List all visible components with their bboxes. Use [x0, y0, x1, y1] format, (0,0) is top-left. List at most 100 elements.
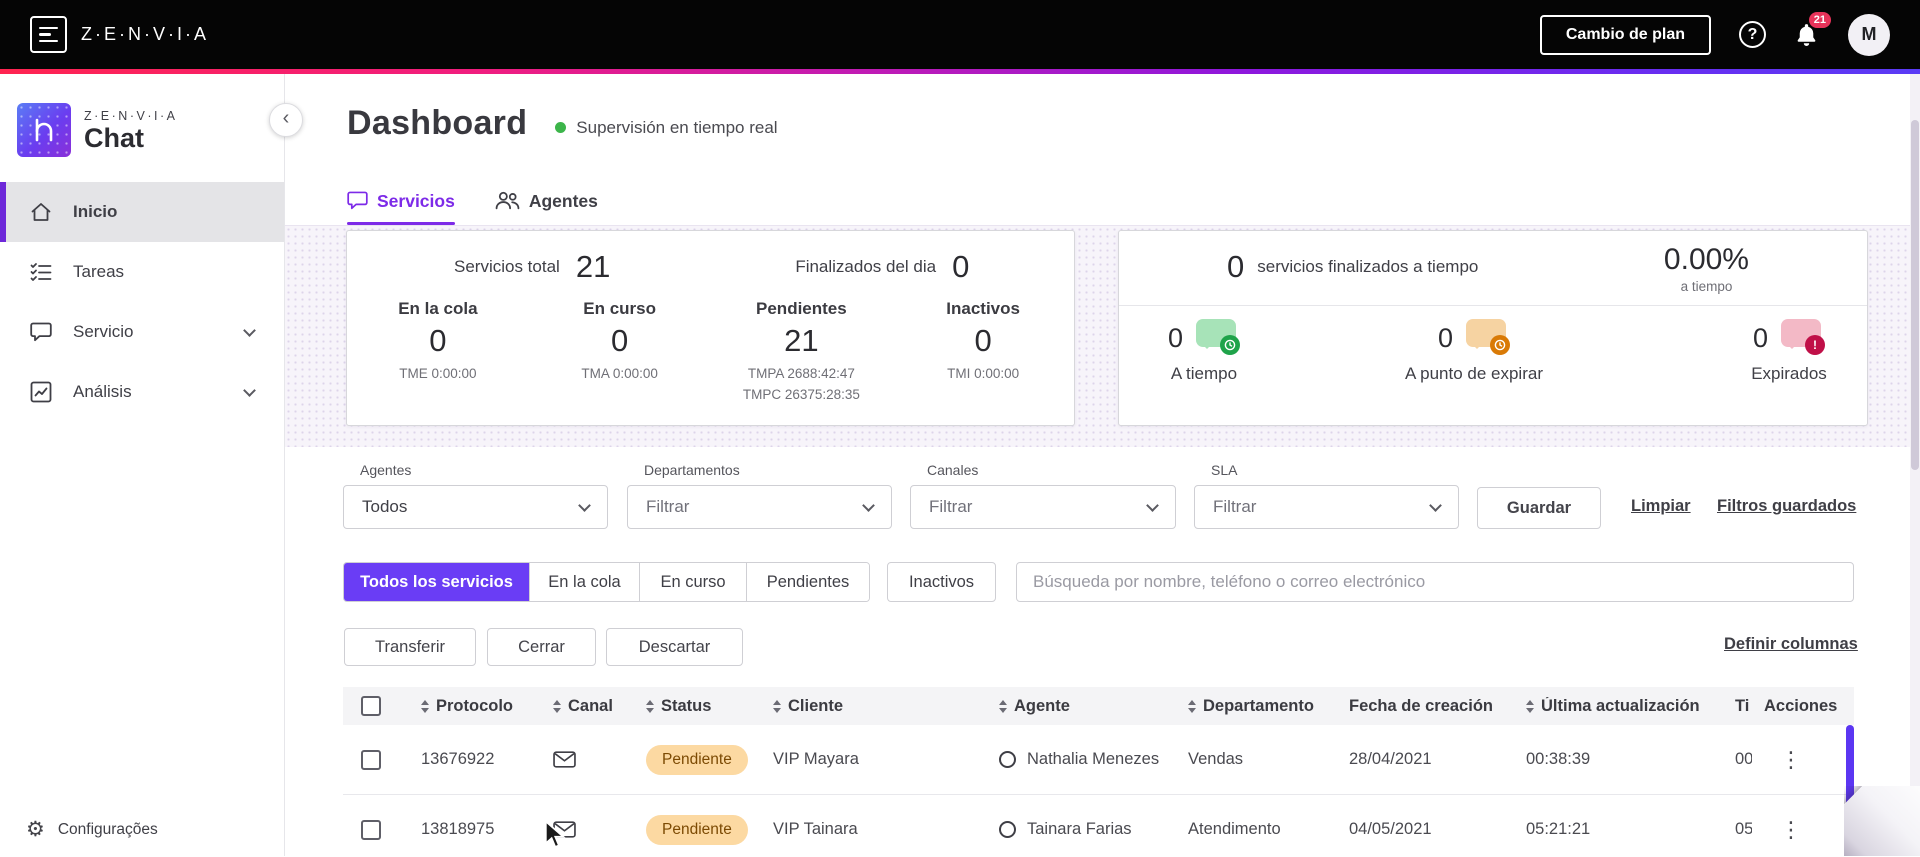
transfer-button[interactable]: Transferir: [344, 628, 476, 666]
sidebar-item-tareas[interactable]: Tareas: [0, 242, 284, 302]
filter-canales: Canales Filtrar: [910, 462, 1176, 529]
sla-percent-label: a tiempo: [1680, 279, 1733, 294]
services-total-label: Servicios total: [454, 257, 560, 276]
chat-logo-glyph: [35, 118, 53, 142]
discard-button[interactable]: Descartar: [606, 628, 743, 666]
kebab-menu-icon[interactable]: ⋮: [1780, 749, 1802, 771]
services-table: Protocolo Canal Status Cliente Agente De…: [343, 687, 1854, 856]
notification-count-badge: 21: [1808, 11, 1831, 28]
col-ultima-actualizacion[interactable]: Última actualización: [1514, 697, 1723, 716]
topbar: Z·E·N·V·I·A Cambio de plan ? 21 M: [0, 0, 1920, 69]
filter-label: Canales: [927, 462, 979, 478]
sla-percent: 0.00% a tiempo: [1664, 243, 1749, 294]
finished-today-label: Finalizados del dia: [795, 257, 937, 276]
row-checkbox[interactable]: [361, 749, 381, 770]
tasks-icon: [30, 263, 52, 281]
services-tab-icon: [347, 191, 368, 210]
status-badge: Pendiente: [646, 744, 748, 775]
tab-en-curso[interactable]: En curso: [639, 563, 746, 601]
tab-pendientes[interactable]: Pendientes: [746, 563, 869, 601]
zenvia-chat-logo-icon: [17, 103, 71, 157]
filter-label: Agentes: [360, 462, 412, 478]
sort-icon: [1526, 699, 1534, 713]
chevron-down-icon: [862, 498, 875, 512]
logo-product-text: Chat: [84, 122, 144, 153]
status-badge: Pendiente: [646, 814, 748, 845]
define-columns-link[interactable]: Definir columnas: [1724, 635, 1858, 654]
canales-select[interactable]: Filtrar: [910, 485, 1176, 529]
col-status[interactable]: Status: [634, 697, 761, 716]
filter-label: SLA: [1211, 462, 1238, 478]
client-cell: VIP Tainara: [773, 820, 858, 838]
metric-inactivos: Inactivos 0 TMI 0:00:00: [946, 299, 1020, 381]
sla-select[interactable]: Filtrar: [1194, 485, 1459, 529]
sla-finished: 0 servicios finalizados a tiempo: [1227, 249, 1478, 285]
chevron-down-icon: [578, 498, 591, 512]
sidebar-item-inicio[interactable]: Inicio: [0, 182, 284, 242]
live-status: Supervisión en tiempo real: [555, 117, 778, 138]
live-dot-icon: [555, 122, 567, 133]
select-all-cell: [343, 696, 409, 716]
col-acciones: Acciones: [1764, 696, 1838, 715]
notifications-bell-icon[interactable]: 21: [1794, 11, 1831, 49]
metric-pendientes: Pendientes 21 TMPA 2688:42:47 TMPC 26375:…: [742, 299, 860, 402]
agentes-select[interactable]: Todos: [343, 485, 608, 529]
email-channel-icon: [553, 751, 576, 768]
kebab-menu-icon[interactable]: ⋮: [1780, 819, 1802, 841]
page-scrollbar: [1910, 74, 1920, 856]
save-filters-button[interactable]: Guardar: [1477, 487, 1601, 529]
clear-filters-link[interactable]: Limpiar: [1631, 497, 1691, 516]
filter-label: Departamentos: [644, 462, 740, 478]
created-cell: 28/04/2021: [1349, 750, 1432, 768]
updated-cell: 00:38:39: [1526, 750, 1591, 768]
help-icon[interactable]: ?: [1739, 21, 1766, 48]
user-avatar[interactable]: M: [1848, 13, 1890, 56]
col-cliente[interactable]: Cliente: [761, 697, 987, 716]
page-scrollbar-thumb[interactable]: [1911, 120, 1919, 470]
tab-inactivos[interactable]: Inactivos: [887, 562, 996, 602]
main-content: Dashboard Supervisión en tiempo real Ser…: [285, 74, 1920, 856]
departamentos-select[interactable]: Filtrar: [627, 485, 892, 529]
col-departamento[interactable]: Departamento: [1176, 697, 1337, 716]
search-input[interactable]: [1017, 563, 1853, 601]
finished-today-value: 0: [952, 249, 970, 284]
zenvia-chat-logo: Z·E·N·V·I·A Chat: [17, 103, 177, 157]
finished-today: Finalizados del dia 0: [795, 249, 969, 285]
saved-filters-link[interactable]: Filtros guardados: [1717, 497, 1856, 516]
sidebar-collapse-button[interactable]: ‹: [269, 103, 303, 137]
col-fecha-creacion[interactable]: Fecha de creación: [1337, 697, 1514, 716]
agent-cell: Tainara Farias: [987, 820, 1176, 839]
col-agente[interactable]: Agente: [987, 697, 1176, 716]
agent-cell: Nathalia Menezes: [987, 750, 1176, 769]
tab-todos-los-servicios[interactable]: Todos los servicios: [344, 563, 529, 601]
about-to-expire-bubble-icon: [1466, 319, 1511, 357]
chevron-down-icon: [1429, 498, 1442, 512]
sidebar-item-configuracoes[interactable]: ⚙ Configurações: [26, 819, 158, 840]
tab-label: Agentes: [528, 191, 598, 211]
home-icon: [31, 203, 51, 221]
zenvia-logo-icon: [30, 16, 67, 53]
row-checkbox[interactable]: [361, 819, 381, 840]
sla-percent-value: 0.00%: [1663, 243, 1749, 276]
close-button[interactable]: Cerrar: [487, 628, 596, 666]
tab-agentes[interactable]: Agentes: [495, 191, 598, 225]
sidebar-item-servicio[interactable]: Servicio: [0, 302, 284, 362]
tab-servicios[interactable]: Servicios: [347, 191, 455, 225]
col-protocolo[interactable]: Protocolo: [409, 697, 541, 716]
table-row[interactable]: 13818975 Pendiente VIP Tainara Tainara F…: [343, 795, 1854, 856]
col-tiempo-truncated[interactable]: Ti: [1723, 697, 1752, 716]
filter-agentes: Agentes Todos: [343, 462, 608, 529]
col-canal[interactable]: Canal: [541, 697, 634, 716]
select-all-checkbox[interactable]: [361, 696, 381, 716]
change-plan-button[interactable]: Cambio de plan: [1539, 14, 1711, 55]
live-status-label: Supervisión en tiempo real: [576, 117, 778, 137]
chevron-down-icon: [243, 384, 256, 397]
created-cell: 04/05/2021: [1349, 820, 1432, 838]
sidebar-item-analisis[interactable]: Análisis: [0, 362, 284, 422]
dashboard-tabs: Servicios Agentes: [347, 191, 598, 225]
time-cell-truncated: 00: [1735, 750, 1752, 768]
table-row[interactable]: 13676922 Pendiente VIP Mayara Nathalia M…: [343, 725, 1854, 795]
sidebar-item-label: Tareas: [73, 262, 125, 281]
tab-en-la-cola[interactable]: En la cola: [529, 563, 639, 601]
status-cell: Pendiente: [634, 814, 761, 845]
